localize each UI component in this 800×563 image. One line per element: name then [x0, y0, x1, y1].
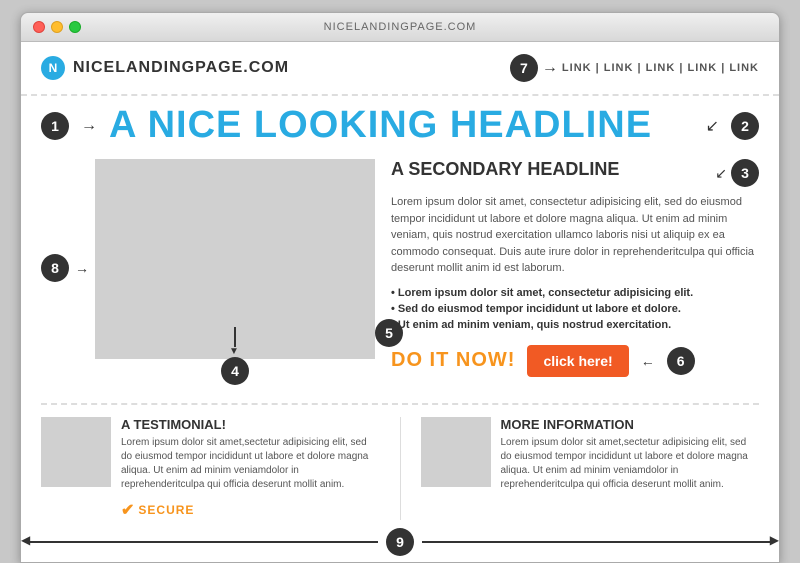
logo-icon: N — [41, 56, 65, 80]
bottom-arrow-left: ◀ — [29, 541, 378, 543]
bullet-item-1: Lorem ipsum dolor sit amet, consectetur … — [391, 285, 759, 301]
section-divider — [400, 417, 401, 520]
label-3-area: ↙ 3 — [715, 159, 759, 187]
label-1-badge: 1 — [41, 112, 69, 140]
arrow-right-end-icon: ▶ — [770, 533, 779, 547]
testimonial-title: A TESTIMONIAL! — [121, 417, 380, 432]
arrow-3-icon: ↙ — [715, 165, 727, 182]
main-headline: A NICE LOOKING HEADLINE — [109, 104, 694, 147]
bottom-arrow-right: ▶ — [422, 541, 771, 543]
secondary-headline-row: A SECONDARY HEADLINE ↙ 3 — [391, 159, 759, 188]
body-paragraph-text: Lorem ipsum dolor sit amet, consectetur … — [391, 196, 754, 274]
browser-window: NICELANDINGPAGE.COM N NICELANDINGPAGE.CO… — [20, 12, 780, 563]
traffic-lights — [33, 21, 81, 33]
info-text: MORE INFORMATION Lorem ipsum dolor sit a… — [501, 417, 760, 520]
label-3-badge: 3 — [731, 159, 759, 187]
testimonial-text: A TESTIMONIAL! Lorem ipsum dolor sit ame… — [121, 417, 380, 520]
maximize-button[interactable] — [69, 21, 81, 33]
label-8-badge: 8 — [41, 254, 69, 282]
arrow-4-icon — [234, 327, 236, 347]
nav-area: 7 → LINK | LINK | LINK | LINK | LINK — [510, 54, 759, 82]
testimonial-body: Lorem ipsum dolor sit amet,sectetur adip… — [121, 436, 380, 492]
close-button[interactable] — [33, 21, 45, 33]
label-9-area: ◀ 9 ▶ — [21, 520, 779, 562]
arrow-8-icon: → — [75, 260, 89, 276]
minimize-button[interactable] — [51, 21, 63, 33]
left-content-wrap: 8 → 4 5 — [41, 159, 375, 377]
info-block: MORE INFORMATION Lorem ipsum dolor sit a… — [421, 417, 760, 520]
logo-area: N NICELANDINGPAGE.COM — [41, 56, 289, 80]
label-4-badge: 4 — [221, 357, 249, 385]
browser-titlebar: NICELANDINGPAGE.COM — [21, 13, 779, 42]
testimonial-image — [41, 417, 111, 487]
right-content: A SECONDARY HEADLINE ↙ 3 Lorem ipsum dol… — [391, 159, 759, 377]
click-here-button[interactable]: click here! — [527, 345, 628, 377]
browser-url: NICELANDINGPAGE.COM — [324, 21, 477, 33]
arrow-2-icon: ↙ — [706, 116, 719, 136]
secondary-headline: A SECONDARY HEADLINE — [391, 159, 619, 180]
arrow-6-icon: ← — [641, 353, 655, 369]
do-it-now-label: DO IT NOW! — [391, 349, 515, 372]
arrow-1-icon: → — [81, 117, 97, 135]
page-content: N NICELANDINGPAGE.COM 7 → LINK | LINK | … — [21, 42, 779, 562]
label-6-badge: 6 — [667, 347, 695, 375]
bullet-item-3: Ut enim ad minim veniam, quis nostrud ex… — [391, 317, 759, 333]
logo-text: NICELANDINGPAGE.COM — [73, 59, 289, 77]
info-image — [421, 417, 491, 487]
label-9-badge: 9 — [386, 528, 414, 556]
arrow-right-icon: → — [542, 59, 558, 77]
info-body: Lorem ipsum dolor sit amet,sectetur adip… — [501, 436, 760, 492]
secure-text: SECURE — [138, 503, 194, 517]
nav-links: LINK | LINK | LINK | LINK | LINK — [562, 62, 759, 74]
body-paragraph: Lorem ipsum dolor sit amet, consectetur … — [391, 194, 759, 277]
label-7-badge: 7 — [510, 54, 538, 82]
info-title: MORE INFORMATION — [501, 417, 760, 432]
secure-badge: ✔ SECURE — [121, 500, 380, 520]
label-4-area: 4 — [221, 327, 249, 385]
bullet-list: Lorem ipsum dolor sit amet, consectetur … — [391, 285, 759, 333]
main-content: 8 → 4 5 — [21, 151, 779, 385]
headline-section: 1 → A NICE LOOKING HEADLINE ↙ 2 — [21, 96, 779, 151]
label-2-badge: 2 — [731, 112, 759, 140]
bottom-section: A TESTIMONIAL! Lorem ipsum dolor sit ame… — [41, 403, 759, 520]
cta-area: DO IT NOW! click here! ← 6 — [391, 345, 759, 377]
arrow-left-icon: ◀ — [21, 533, 30, 547]
check-icon: ✔ — [121, 500, 134, 520]
hero-image-wrap: 4 5 — [95, 159, 375, 377]
site-header: N NICELANDINGPAGE.COM 7 → LINK | LINK | … — [21, 42, 779, 96]
label-8-area: 8 → — [41, 159, 89, 377]
testimonial-block: A TESTIMONIAL! Lorem ipsum dolor sit ame… — [41, 417, 380, 520]
bullet-item-2: Sed do eiusmod tempor incididunt ut labo… — [391, 301, 759, 317]
